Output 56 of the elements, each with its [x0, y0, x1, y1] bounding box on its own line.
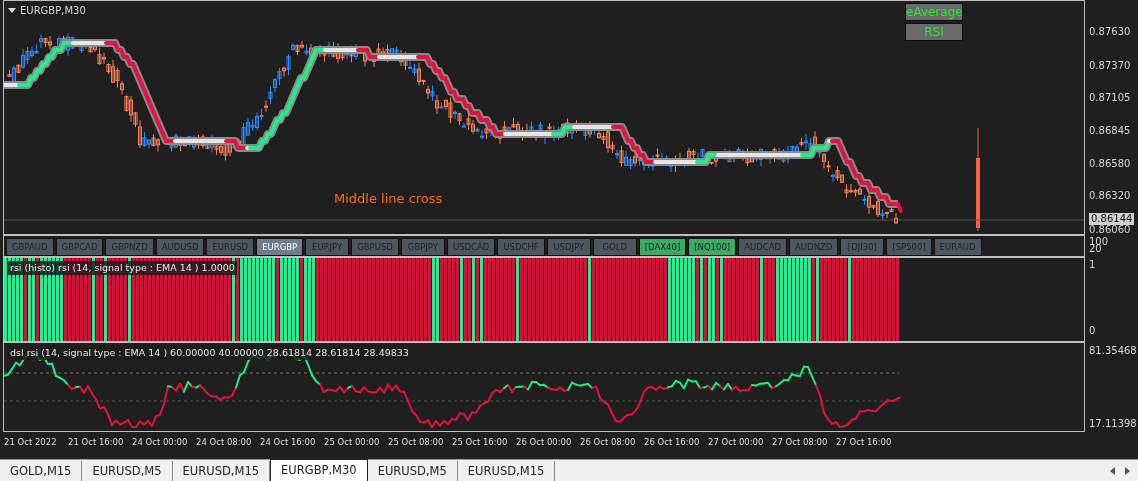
axis-label: 81.35468: [1089, 345, 1137, 357]
scroll-right-icon[interactable]: [1125, 467, 1130, 475]
time-label: 25 Oct 08:00: [388, 436, 445, 449]
symbol-button[interactable]: EURAUD: [933, 238, 982, 256]
time-label: 21 Oct 16:00: [68, 436, 125, 449]
dropdown-icon[interactable]: [8, 7, 16, 14]
symbol-button[interactable]: USDCAD: [446, 238, 496, 256]
axis-label: 0: [1089, 325, 1096, 337]
time-label: 25 Oct 16:00: [452, 436, 509, 449]
symbol-button[interactable]: EURJPY: [305, 238, 350, 256]
price-label: 0.87630: [1089, 26, 1131, 38]
time-label: 25 Oct 00:00: [324, 436, 381, 449]
axis-label: 1: [1089, 259, 1096, 271]
symbol-button[interactable]: EURGBP: [256, 238, 304, 256]
indicator-label: dsl rsi (14, signal type : EMA 14 ) 60.00000 40.00000 28.61814 28.61814 28.49833: [8, 346, 411, 361]
symbol-button[interactable]: [NQ100]: [688, 238, 737, 256]
time-label: 27 Oct 00:00: [708, 436, 765, 449]
symbol-button[interactable]: GOLD: [592, 238, 637, 256]
axis-label: 17.11398: [1089, 418, 1137, 430]
symbol-button[interactable]: GBPAUD: [6, 238, 54, 256]
symbol-button[interactable]: GBPUSD: [351, 238, 399, 256]
symbol-button[interactable]: [SP500]: [886, 238, 932, 256]
panel-button[interactable]: RSI: [905, 23, 963, 41]
symbol-button[interactable]: USDJPY: [546, 238, 591, 256]
time-label: 24 Oct 16:00: [260, 436, 317, 449]
time-label: 27 Oct 08:00: [772, 436, 829, 449]
time-label: 21 Oct 2022: [4, 436, 58, 449]
price-label: 0.86845: [1089, 125, 1131, 137]
symbol-button[interactable]: EURUSD: [206, 238, 255, 256]
symbol-button[interactable]: [DJI30]: [840, 238, 885, 256]
symbol-button[interactable]: GBPCAD: [55, 238, 104, 256]
price-label: 0.86320: [1089, 190, 1131, 202]
symbol-button[interactable]: USDCHF: [497, 238, 545, 256]
time-label: 26 Oct 00:00: [516, 436, 573, 449]
time-label: 26 Oct 16:00: [644, 436, 701, 449]
time-label: 26 Oct 08:00: [580, 436, 637, 449]
time-label: 27 Oct 16:00: [836, 436, 893, 449]
time-label: 24 Oct 00:00: [132, 436, 189, 449]
price-label: 0.86580: [1089, 158, 1131, 170]
indicator-label: rsi (histo) rsi (14, signal type : EMA 14 ) 1.0000: [8, 261, 237, 276]
symbol-button[interactable]: AUDNZD: [789, 238, 839, 256]
symbol-button[interactable]: AUDCAD: [738, 238, 788, 256]
symbol-button[interactable]: GBPJPY: [400, 238, 445, 256]
panel-button[interactable]: eAverage: [905, 3, 963, 21]
symbol-button[interactable]: GBPNZD: [105, 238, 154, 256]
price-label: 0.87105: [1089, 92, 1131, 104]
symbol-button[interactable]: [DAX40]: [638, 238, 687, 256]
chart-tab[interactable]: EURGBP,M30: [270, 459, 368, 481]
chart-title: EURGBP,M30: [20, 4, 86, 18]
time-label: 24 Oct 08:00: [196, 436, 253, 449]
chart-annotation: Middle line cross: [334, 190, 443, 208]
scroll-left-icon[interactable]: [1110, 467, 1115, 475]
price-label: 0.86060: [1089, 224, 1131, 236]
price-label: 0.87370: [1089, 60, 1131, 72]
current-price-label: 0.86144: [1089, 213, 1135, 225]
symbol-button[interactable]: AUDUSD: [155, 238, 205, 256]
